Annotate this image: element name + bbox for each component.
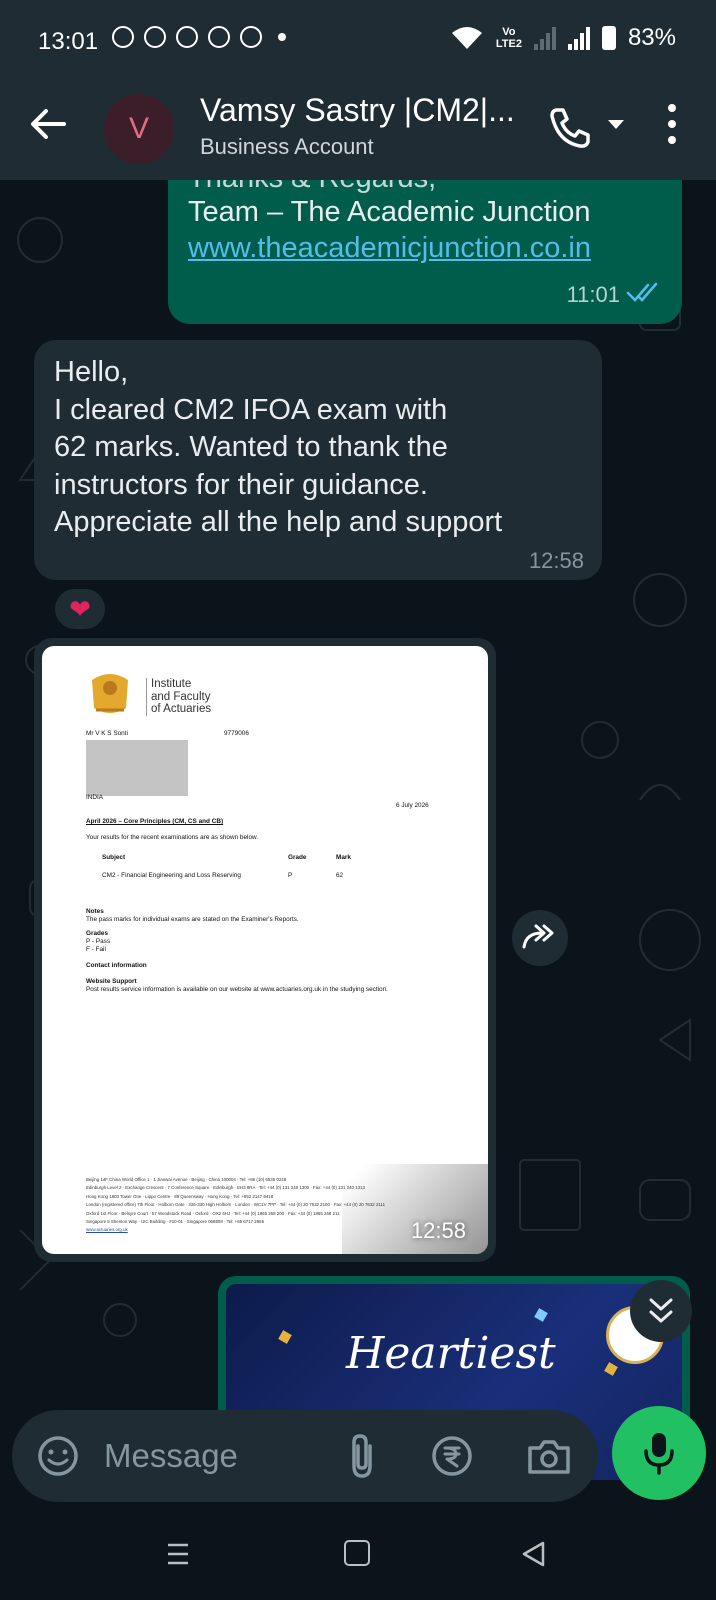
incoming-text-line: Appreciate all the help and support — [54, 506, 503, 538]
grade-fail: F - Fail — [86, 946, 106, 953]
institute-crest-icon — [92, 674, 128, 713]
website-text: Post results service information is avai… — [86, 986, 388, 993]
battery-level: 83% — [627, 24, 676, 51]
office-addresses: Beijing 14F China World Office 1 · 1 Jia… — [86, 1176, 385, 1235]
notification-icons — [112, 26, 286, 48]
result-letter-image[interactable]: Institute and Faculty of Actuaries Mr V … — [42, 646, 488, 1254]
intro-text: Your results for the recent examinations… — [86, 834, 259, 841]
chat-area[interactable]: Thanks & Regards, Team – The Academic Ju… — [0, 180, 716, 1480]
more-vert-icon[interactable] — [664, 104, 680, 144]
message-input[interactable] — [104, 1430, 334, 1482]
address-line: Beijing 14F China World Office 1 · 1 Jia… — [86, 1177, 287, 1182]
mic-button[interactable] — [612, 1406, 706, 1500]
address-line: Singapore 5 Shenton Way · UIC Building ·… — [86, 1219, 265, 1225]
result-letter: Institute and Faculty of Actuaries Mr V … — [42, 646, 488, 1254]
network-type-bottom: LTE2 — [495, 38, 522, 50]
message-composer — [12, 1410, 598, 1502]
institute-name-line: of Actuaries — [151, 703, 212, 715]
message-time: 12:58 — [528, 548, 584, 573]
scroll-to-bottom-icon[interactable] — [630, 1280, 692, 1342]
confetti-shape — [534, 1308, 548, 1322]
signal-sim2-icon — [567, 26, 590, 50]
address-line: Oxford 1st Floor · Belsyre Court · 57 Wo… — [86, 1210, 340, 1216]
contact-heading: Contact information — [86, 962, 147, 969]
mic-icon — [644, 1433, 674, 1475]
confetti-shape — [278, 1330, 292, 1344]
column-grade: Grade — [288, 854, 307, 861]
column-subject: Subject — [102, 854, 126, 861]
whatsapp-notification-icon-2 — [240, 26, 262, 48]
website-heading: Website Support — [86, 978, 137, 985]
notes-heading: Notes — [86, 908, 104, 915]
chat-notification-icon — [176, 26, 198, 48]
forward-icon[interactable] — [512, 910, 568, 966]
status-bar: 13:01 Vo LTE2 83% — [0, 0, 716, 80]
whatsapp-business-notification-icon — [144, 26, 166, 48]
country: INDIA — [86, 794, 104, 801]
incoming-text-line: instructors for their guidance. — [54, 468, 428, 501]
camera-icon[interactable] — [526, 1434, 572, 1478]
address-line: Hong Kong 1803 Tower One · Lippo Centre … — [86, 1193, 274, 1199]
chat-header: V Vamsy Sastry |CM2|... Business Account — [0, 80, 716, 180]
wifi-icon — [451, 27, 482, 49]
column-mark: Mark — [336, 854, 351, 861]
avatar[interactable]: V — [104, 94, 174, 164]
double-check-read-icon — [626, 282, 658, 302]
contact-name[interactable]: Vamsy Sastry |CM2|... — [200, 92, 515, 129]
card-heading: Heartiest — [346, 1328, 556, 1379]
result-subject: CM2 - Financial Engineering and Loss Res… — [102, 872, 241, 879]
institute-name: Institute and Faculty of Actuaries — [146, 678, 211, 716]
arrow-left-icon[interactable] — [28, 104, 68, 144]
battery-icon — [601, 26, 616, 50]
status-time: 13:01 — [38, 28, 99, 55]
image-message[interactable]: Institute and Faculty of Actuaries Mr V … — [34, 638, 496, 1262]
outgoing-text-line: Thanks & Regards, — [188, 180, 436, 195]
system-navigation-bar — [0, 1512, 716, 1600]
contact-subtitle[interactable]: Business Account — [200, 134, 374, 160]
website-footer: www.actuaries.org.uk — [86, 1227, 128, 1233]
system-indicators: Vo LTE2 83% — [450, 24, 676, 52]
session-title: April 2026 – Core Principles (CM, CS and… — [86, 818, 224, 825]
incoming-text-line: Hello, — [54, 356, 129, 388]
sticker-smile-icon[interactable] — [36, 1434, 80, 1478]
incoming-text-line: 62 marks. Wanted to thank the — [54, 431, 448, 463]
browser-notification-icon — [208, 26, 230, 48]
more-notifications-dot — [278, 33, 286, 41]
address-line: London (registered office) 7th Floor · H… — [86, 1202, 386, 1208]
confetti-shape — [604, 1362, 618, 1376]
call-dropdown-icon[interactable] — [608, 120, 624, 129]
outgoing-message[interactable]: Thanks & Regards, Team – The Academic Ju… — [168, 180, 682, 324]
address-line: Edinburgh Level 2 · Exchange Crescent · … — [86, 1185, 365, 1191]
result-mark: 62 — [336, 872, 344, 879]
grade-pass: P - Pass — [86, 938, 111, 945]
letter-date: 6 July 2026 — [396, 802, 429, 809]
outgoing-text-line: Team – The Academic Junction — [188, 196, 591, 228]
network-type-top: Vo — [502, 26, 516, 38]
phone-icon[interactable] — [548, 106, 592, 150]
recent-apps-icon[interactable] — [166, 1542, 190, 1566]
network-type: Vo LTE2 — [496, 26, 522, 50]
whatsapp-notification-icon — [112, 26, 134, 48]
paperclip-icon[interactable] — [344, 1432, 380, 1480]
result-grade: P — [288, 872, 293, 879]
home-icon[interactable] — [344, 1540, 370, 1566]
grades-heading: Grades — [86, 930, 109, 937]
message-time: 12:58 — [410, 1218, 466, 1243]
redacted-address — [86, 740, 188, 796]
incoming-text: Hello, I cleared CM2 IFOA exam with 62 m… — [54, 354, 584, 542]
incoming-message[interactable]: Hello, I cleared CM2 IFOA exam with 62 m… — [34, 340, 602, 580]
message-time: 11:01 — [566, 282, 620, 307]
nav-back-icon[interactable] — [520, 1540, 546, 1568]
recipient-name: Mr V K S Sonti — [86, 730, 128, 737]
website-link[interactable]: www.theacademicjunction.co.in — [188, 232, 591, 265]
heart-reaction-icon[interactable]: ❤ — [52, 586, 108, 632]
institute-name-line: Institute — [151, 678, 192, 690]
signal-sim1-icon — [533, 26, 556, 50]
rupee-icon[interactable] — [430, 1434, 474, 1478]
incoming-text-line: I cleared CM2 IFOA exam with — [54, 393, 448, 426]
institute-name-line: and Faculty — [151, 690, 211, 703]
reference-number: 9779006 — [224, 730, 249, 737]
notes-text: The pass marks for individual exams are … — [86, 916, 299, 923]
